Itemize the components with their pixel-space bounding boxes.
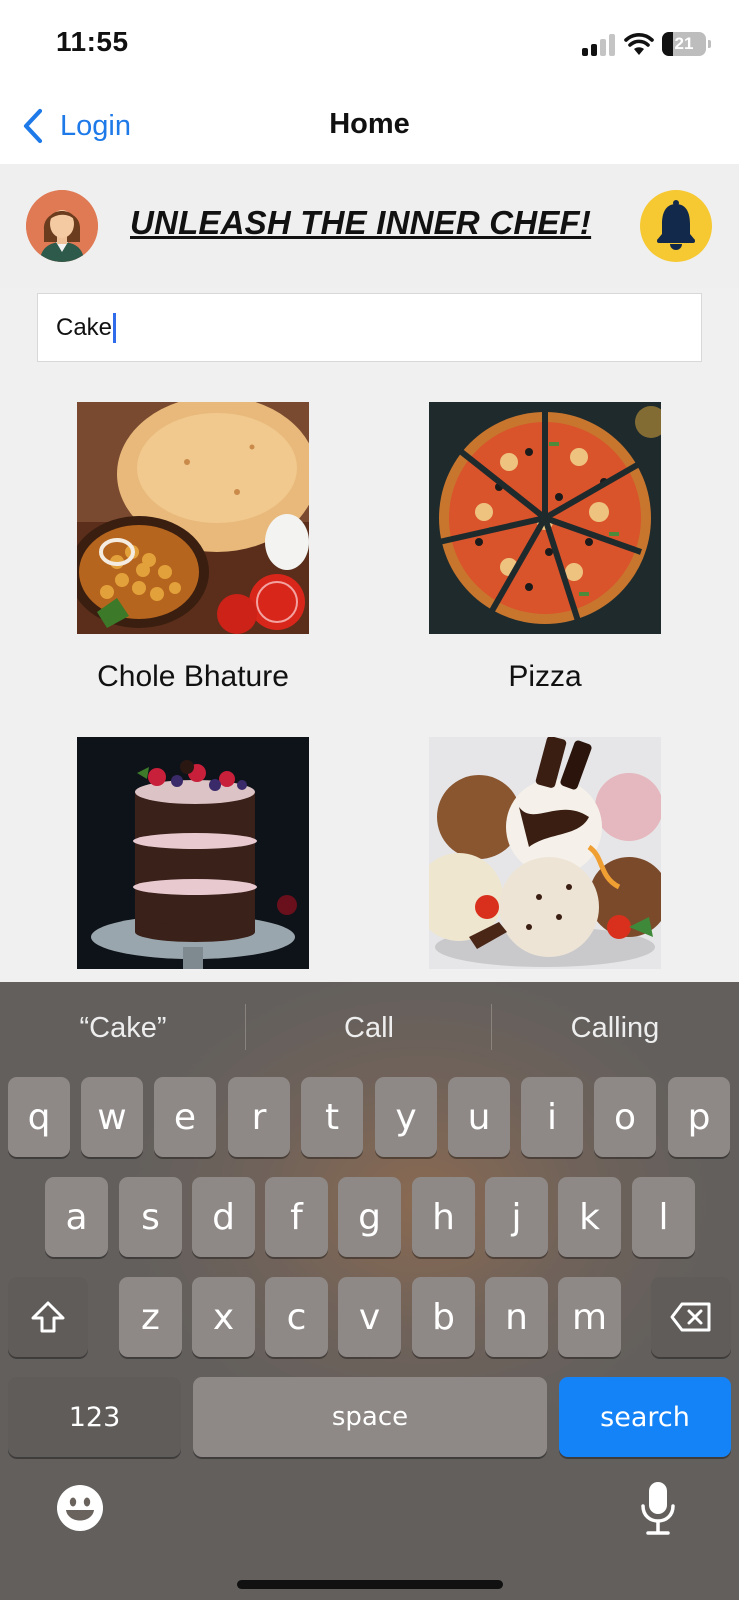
recipe-image	[429, 737, 661, 969]
recipe-image	[77, 402, 309, 634]
recipe-card-chole-bhature[interactable]: Chole Bhature	[77, 402, 309, 693]
key-e[interactable]: e	[154, 1077, 216, 1157]
recipe-image	[429, 402, 661, 634]
key-f[interactable]: f	[265, 1177, 328, 1257]
recipe-card-cake[interactable]	[77, 737, 309, 969]
notifications-button[interactable]	[640, 190, 712, 262]
search-key[interactable]: search	[559, 1377, 731, 1457]
key-n[interactable]: n	[485, 1277, 548, 1357]
shift-key[interactable]	[8, 1277, 88, 1357]
key-z[interactable]: z	[119, 1277, 182, 1357]
keyboard: “Cake” Call Calling q w e r t y u i o p …	[0, 982, 739, 1600]
key-d[interactable]: d	[192, 1177, 255, 1257]
suggestion-1[interactable]: “Cake”	[0, 1012, 246, 1045]
recipe-name: Chole Bhature	[97, 660, 289, 693]
delete-key[interactable]	[651, 1277, 731, 1357]
navigation-bar: Login Home	[0, 88, 739, 164]
text-cursor	[113, 312, 117, 343]
key-j[interactable]: j	[485, 1177, 548, 1257]
suggestion-3[interactable]: Calling	[492, 1012, 738, 1045]
key-a[interactable]: a	[45, 1177, 108, 1257]
recipe-image	[77, 737, 309, 969]
key-c[interactable]: c	[265, 1277, 328, 1357]
key-i[interactable]: i	[521, 1077, 583, 1157]
header: UNLEASH THE INNER CHEF!	[0, 164, 739, 288]
cellular-signal-icon	[582, 34, 616, 56]
shift-icon	[31, 1301, 65, 1333]
battery-percentage: 21	[674, 34, 694, 53]
search-input-value: Cake	[56, 313, 113, 341]
suggestion-2[interactable]: Call	[246, 1012, 492, 1045]
key-q[interactable]: q	[8, 1077, 70, 1157]
avatar[interactable]	[26, 190, 98, 262]
space-key[interactable]: space	[193, 1377, 547, 1457]
recipe-card-pizza[interactable]: Pizza	[429, 402, 661, 693]
key-w[interactable]: w	[81, 1077, 143, 1157]
status-bar: 11:55 21	[0, 0, 739, 88]
backspace-icon	[670, 1302, 711, 1332]
key-y[interactable]: y	[375, 1077, 437, 1157]
key-r[interactable]: r	[228, 1077, 290, 1157]
key-u[interactable]: u	[448, 1077, 510, 1157]
key-p[interactable]: p	[668, 1077, 730, 1157]
key-o[interactable]: o	[594, 1077, 656, 1157]
wifi-icon	[624, 33, 654, 55]
home-indicator	[237, 1580, 503, 1589]
tagline: UNLEASH THE INNER CHEF!	[130, 204, 592, 241]
key-x[interactable]: x	[192, 1277, 255, 1357]
key-k[interactable]: k	[558, 1177, 621, 1257]
key-t[interactable]: t	[301, 1077, 363, 1157]
recipe-card-ice-cream[interactable]	[429, 737, 661, 969]
key-s[interactable]: s	[119, 1177, 182, 1257]
status-time: 11:55	[56, 26, 129, 57]
key-m[interactable]: m	[558, 1277, 621, 1357]
search-input[interactable]: Cake	[37, 293, 702, 362]
key-l[interactable]: l	[632, 1177, 695, 1257]
microphone-icon[interactable]	[640, 1480, 676, 1536]
recipe-name: Pizza	[508, 660, 582, 693]
key-h[interactable]: h	[412, 1177, 475, 1257]
bell-icon	[657, 200, 695, 250]
page-title: Home	[329, 108, 410, 140]
key-g[interactable]: g	[338, 1177, 401, 1257]
numbers-key[interactable]: 123	[8, 1377, 181, 1457]
battery-icon: 21	[662, 32, 711, 56]
key-b[interactable]: b	[412, 1277, 475, 1357]
emoji-icon[interactable]	[56, 1484, 104, 1532]
key-v[interactable]: v	[338, 1277, 401, 1357]
